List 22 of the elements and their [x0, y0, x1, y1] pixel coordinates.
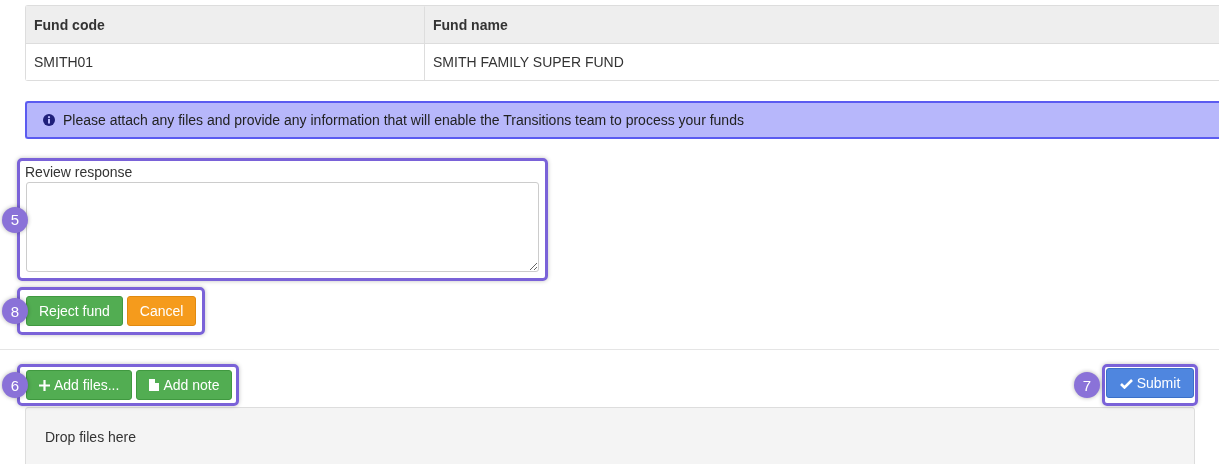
table-cell: SMITH01 [26, 43, 424, 80]
table-cell: SMITH FAMILY SUPER FUND [424, 43, 1219, 80]
submit-button[interactable]: Submit [1106, 368, 1194, 398]
review-response-field[interactable] [26, 182, 539, 272]
dropzone[interactable]: Drop files here [25, 407, 1195, 464]
step-badge: 8 [2, 298, 28, 324]
plus-icon [39, 379, 50, 391]
step-badge: 7 [1074, 372, 1100, 398]
add-files-button[interactable]: Add files... [26, 370, 133, 400]
step-badge: 6 [2, 372, 28, 398]
alert-text: Please attach any files and provide any information that will enable the Transitions team to process your funds [63, 112, 744, 128]
column-header: Fund code [26, 6, 424, 43]
file-icon [149, 379, 160, 391]
field-label: Review response [25, 164, 134, 180]
add-note-button[interactable]: Add note [136, 370, 233, 400]
info-icon [43, 114, 55, 126]
dropzone-text: Drop files here [45, 429, 137, 445]
cancel-button[interactable]: Cancel [126, 296, 197, 326]
reject-button[interactable]: Reject fund [26, 296, 123, 326]
step-badge: 5 [2, 206, 28, 233]
check-icon [1119, 377, 1133, 389]
column-header: Fund name [424, 6, 1219, 43]
